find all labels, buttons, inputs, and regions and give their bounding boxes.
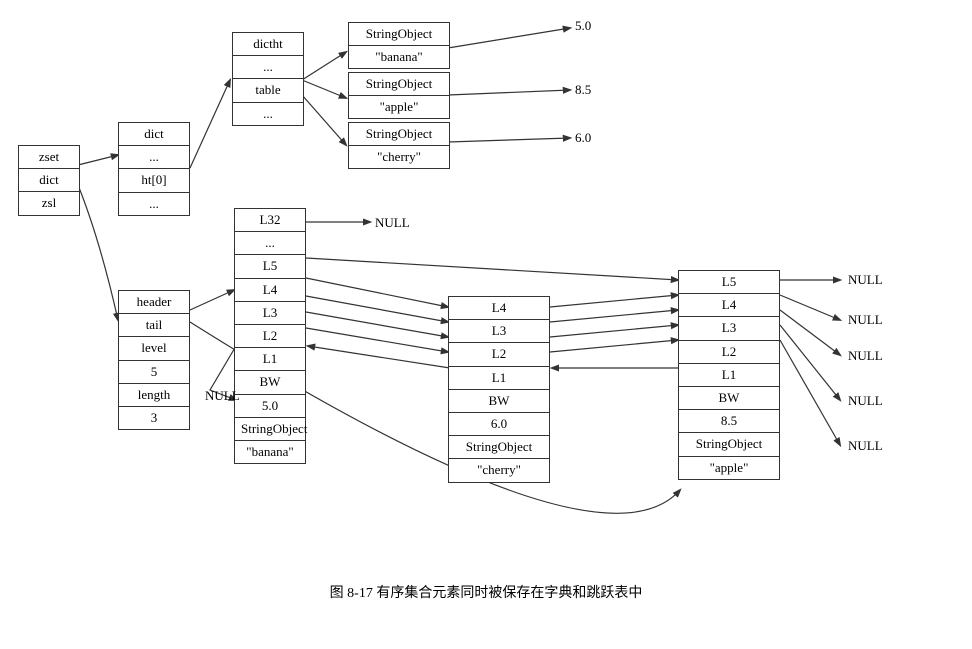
zsl-cell-header: header	[119, 291, 189, 314]
zsl-cell-length-label: length	[119, 384, 189, 407]
sn3-l4: L4	[679, 294, 779, 317]
zsl-cell-length-val: 3	[119, 407, 189, 429]
dict-cell-ht0: ht[0]	[119, 169, 189, 192]
dictht-cell-table: table	[233, 79, 303, 102]
sn2-score: 6.0	[449, 413, 549, 436]
zset-cell-zset: zset	[19, 146, 79, 169]
zset-cell-zsl: zsl	[19, 192, 79, 214]
str-apple-cell1: StringObject	[349, 73, 449, 96]
zsl-struct-box: header tail level 5 length 3	[118, 290, 190, 430]
sh-l4: L4	[235, 279, 305, 302]
null-right-2: NULL	[848, 312, 883, 328]
dict-small-box: dict ... ht[0] ...	[118, 122, 190, 216]
sn3-bw: BW	[679, 387, 779, 410]
sn2-l4: L4	[449, 297, 549, 320]
sh-strval: "banana"	[235, 441, 305, 463]
zsl-cell-tail: tail	[119, 314, 189, 337]
dictht-cell-dictht: dictht	[233, 33, 303, 56]
str-apple-cell2: "apple"	[349, 96, 449, 118]
sn3-l1: L1	[679, 364, 779, 387]
str-banana-cell2: "banana"	[349, 46, 449, 68]
null-right-4: NULL	[848, 393, 883, 409]
dict-cell-dots: ...	[119, 146, 189, 169]
sn2-strval: "cherry"	[449, 459, 549, 481]
skip-node3-box: L5 L4 L3 L2 L1 BW 8.5 StringObject "appl…	[678, 270, 780, 480]
sn2-l2: L2	[449, 343, 549, 366]
null-l32-label: NULL	[375, 215, 410, 231]
sn3-strobj: StringObject	[679, 433, 779, 456]
null-bw-label: NULL	[205, 388, 240, 404]
sh-l5: L5	[235, 255, 305, 278]
sn2-bw: BW	[449, 390, 549, 413]
zsl-cell-level-val: 5	[119, 361, 189, 384]
sh-l32: L32	[235, 209, 305, 232]
sh-l1: L1	[235, 348, 305, 371]
str-apple-box: StringObject "apple"	[348, 72, 450, 119]
sn3-l3: L3	[679, 317, 779, 340]
score-85-label: 8.5	[575, 82, 591, 98]
sn3-l2: L2	[679, 341, 779, 364]
sh-l3: L3	[235, 302, 305, 325]
sn2-strobj: StringObject	[449, 436, 549, 459]
dictht-cell-dots2: ...	[233, 103, 303, 125]
diagram: zset dict zsl dict ... ht[0] ... dictht …	[0, 0, 972, 610]
sh-score: 5.0	[235, 395, 305, 418]
dict-cell-dots2: ...	[119, 193, 189, 215]
sh-dots: ...	[235, 232, 305, 255]
zset-box: zset dict zsl	[18, 145, 80, 216]
dictht-cell-dots: ...	[233, 56, 303, 79]
zset-cell-dict: dict	[19, 169, 79, 192]
zsl-cell-level-label: level	[119, 337, 189, 360]
str-banana-cell1: StringObject	[349, 23, 449, 46]
skip-node2-box: L4 L3 L2 L1 BW 6.0 StringObject "cherry"	[448, 296, 550, 483]
str-cherry-cell2: "cherry"	[349, 146, 449, 168]
sn3-l5: L5	[679, 271, 779, 294]
null-right-3: NULL	[848, 348, 883, 364]
dict-cell-dict: dict	[119, 123, 189, 146]
skip-header-box: L32 ... L5 L4 L3 L2 L1 BW 5.0 StringObje…	[234, 208, 306, 464]
str-cherry-cell1: StringObject	[349, 123, 449, 146]
dictht-box: dictht ... table ...	[232, 32, 304, 126]
caption: 图 8-17 有序集合元素同时被保存在字典和跳跃表中	[0, 582, 972, 602]
caption-text: 图 8-17 有序集合元素同时被保存在字典和跳跃表中	[330, 586, 643, 601]
sn2-l3: L3	[449, 320, 549, 343]
score-50-label: 5.0	[575, 18, 591, 34]
str-banana-box: StringObject "banana"	[348, 22, 450, 69]
sh-bw: BW	[235, 371, 305, 394]
null-right-5: NULL	[848, 438, 883, 454]
sh-strobj: StringObject	[235, 418, 305, 441]
sn3-score: 8.5	[679, 410, 779, 433]
score-60-label: 6.0	[575, 130, 591, 146]
null-right-1: NULL	[848, 272, 883, 288]
str-cherry-box: StringObject "cherry"	[348, 122, 450, 169]
sh-l2: L2	[235, 325, 305, 348]
sn3-strval: "apple"	[679, 457, 779, 479]
sn2-l1: L1	[449, 367, 549, 390]
